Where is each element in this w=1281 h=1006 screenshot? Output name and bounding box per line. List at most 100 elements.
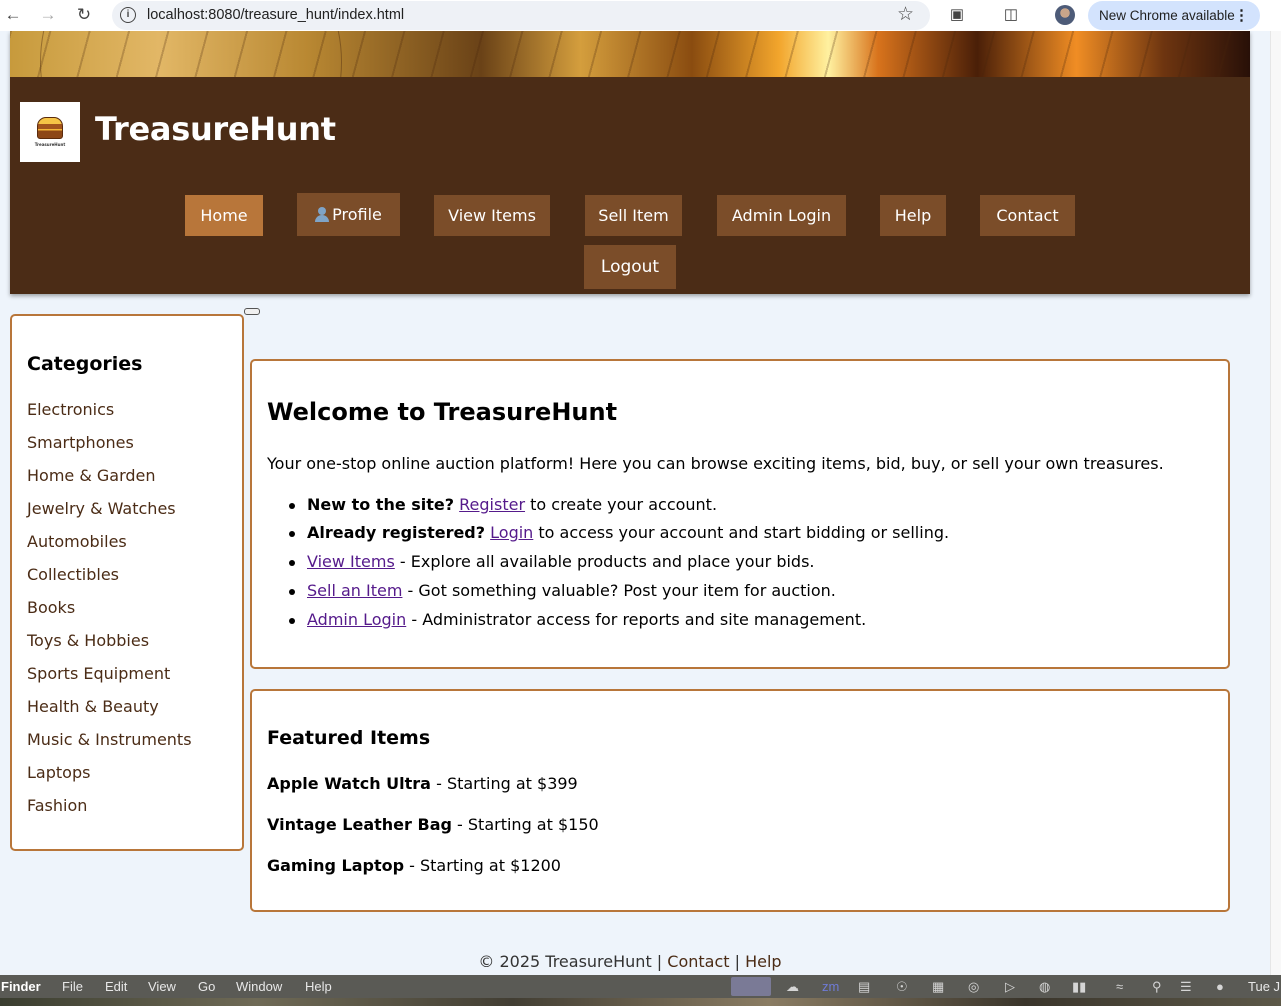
category-link[interactable]: Toys & Hobbies bbox=[27, 631, 149, 650]
nav-logout-label: Logout bbox=[600, 257, 660, 277]
nav-view-items[interactable]: View Items bbox=[434, 195, 550, 236]
bullet-text: to access your account and start bidding… bbox=[538, 523, 950, 542]
control-center-icon[interactable]: ☰ bbox=[1180, 979, 1192, 995]
list-item: View Items - Explore all available produ… bbox=[289, 552, 815, 571]
logo-text: TreasureHunt bbox=[34, 142, 66, 147]
login-link[interactable]: Login bbox=[490, 523, 533, 542]
page-viewport: TreasureHunt TreasureHunt Home Profile V… bbox=[0, 31, 1270, 975]
list-item: New to the site? Register to create your… bbox=[288, 495, 717, 514]
welcome-heading: Welcome to TreasureHunt bbox=[267, 398, 618, 426]
sell-item-link[interactable]: Sell an Item bbox=[307, 581, 402, 600]
screen-mirroring-icon[interactable] bbox=[731, 977, 771, 996]
featured-item: Gaming Laptop - Starting at $1200 bbox=[267, 856, 561, 875]
back-arrow-icon[interactable]: ← bbox=[1, 3, 25, 27]
nav-home[interactable]: Home bbox=[185, 195, 263, 236]
nav-help[interactable]: Help bbox=[880, 195, 946, 236]
nav-contact-label: Contact bbox=[996, 206, 1059, 225]
page-scrollbar[interactable] bbox=[1270, 31, 1281, 975]
chrome-update-button[interactable]: New Chrome available ⋮ bbox=[1088, 1, 1260, 30]
user-icon bbox=[315, 207, 330, 222]
site-info-icon[interactable]: i bbox=[120, 7, 136, 23]
header-banner-image bbox=[10, 31, 1250, 77]
footer-contact-link[interactable]: Contact bbox=[667, 952, 729, 971]
nav-profile[interactable]: Profile bbox=[297, 193, 400, 236]
nav-admin-login[interactable]: Admin Login bbox=[717, 195, 846, 236]
profile-avatar-icon[interactable] bbox=[1055, 5, 1075, 25]
category-link[interactable]: Smartphones bbox=[27, 433, 134, 452]
category-link[interactable]: Health & Beauty bbox=[27, 697, 159, 716]
featured-heading: Featured Items bbox=[267, 727, 431, 749]
tab-search-icon[interactable]: ◫ bbox=[1001, 5, 1021, 25]
nav-contact[interactable]: Contact bbox=[980, 195, 1075, 236]
featured-item-price: - Starting at $1200 bbox=[409, 856, 561, 875]
category-link[interactable]: Home & Garden bbox=[27, 466, 156, 485]
nav-sell-item[interactable]: Sell Item bbox=[585, 195, 682, 236]
more-menu-icon[interactable]: ⋮ bbox=[1234, 1, 1249, 30]
nav-logout[interactable]: Logout bbox=[584, 245, 676, 289]
site-footer: © 2025 TreasureHunt | Contact | Help bbox=[0, 952, 1260, 971]
recording-icon[interactable]: ◎ bbox=[968, 979, 979, 995]
forward-arrow-icon[interactable]: → bbox=[36, 3, 60, 27]
featured-item: Vintage Leather Bag - Starting at $150 bbox=[267, 815, 599, 834]
treasure-chest-icon bbox=[37, 117, 63, 139]
welcome-intro: Your one-stop online auction platform! H… bbox=[267, 454, 1164, 473]
featured-item-name: Gaming Laptop bbox=[267, 856, 405, 875]
chrome-update-label: New Chrome available bbox=[1099, 8, 1235, 23]
list-item: Admin Login - Administrator access for r… bbox=[288, 610, 866, 629]
menu-go[interactable]: Go bbox=[198, 979, 215, 994]
menu-clock: Tue J bbox=[1248, 979, 1281, 994]
category-link[interactable]: Jewelry & Watches bbox=[27, 499, 176, 518]
menu-finder[interactable]: Finder bbox=[1, 979, 41, 994]
category-link[interactable]: Sports Equipment bbox=[27, 664, 170, 683]
list-item: Sell an Item - Got something valuable? P… bbox=[289, 581, 836, 600]
wifi-icon[interactable]: ≈ bbox=[1116, 979, 1123, 994]
category-link[interactable]: Music & Instruments bbox=[27, 730, 192, 749]
category-link[interactable]: Laptops bbox=[27, 763, 90, 782]
welcome-panel: Welcome to TreasureHunt Your one-stop on… bbox=[250, 359, 1230, 669]
view-items-link[interactable]: View Items bbox=[307, 552, 395, 571]
site-header: TreasureHunt TreasureHunt Home Profile V… bbox=[10, 31, 1250, 294]
nav-home-label: Home bbox=[200, 206, 248, 225]
battery-icon[interactable]: ▮▮ bbox=[1072, 979, 1086, 995]
menu-window[interactable]: Window bbox=[236, 979, 282, 994]
siri-icon[interactable]: ● bbox=[1216, 979, 1224, 994]
address-url[interactable]: localhost:8080/treasure_hunt/index.html bbox=[147, 7, 404, 23]
address-bar[interactable]: i localhost:8080/treasure_hunt/index.htm… bbox=[112, 1, 930, 30]
nav-help-label: Help bbox=[894, 206, 932, 225]
sync-icon[interactable]: ☉ bbox=[896, 979, 908, 995]
teams-icon[interactable]: ▦ bbox=[932, 979, 944, 995]
nav-view-items-label: View Items bbox=[448, 206, 536, 225]
menu-view[interactable]: View bbox=[148, 979, 176, 994]
footer-separator: | bbox=[734, 952, 741, 971]
reload-icon[interactable]: ↻ bbox=[72, 3, 96, 27]
macos-menu-bar: Finder File Edit View Go Window Help ☁ z… bbox=[0, 975, 1281, 998]
category-link[interactable]: Books bbox=[27, 598, 75, 617]
featured-item-price: - Starting at $399 bbox=[436, 774, 578, 793]
browser-toolbar: ← → ↻ i localhost:8080/treasure_hunt/ind… bbox=[0, 0, 1281, 31]
sidebar-toggle-button[interactable] bbox=[244, 308, 260, 315]
cloud-icon[interactable]: ☁ bbox=[786, 979, 799, 995]
featured-item: Apple Watch Ultra - Starting at $399 bbox=[267, 774, 578, 793]
menu-help[interactable]: Help bbox=[305, 979, 332, 994]
categories-sidebar: Categories Electronics Smartphones Home … bbox=[10, 314, 244, 851]
menu-file[interactable]: File bbox=[62, 979, 83, 994]
category-link[interactable]: Electronics bbox=[27, 400, 114, 419]
zoom-icon[interactable]: zm bbox=[822, 979, 839, 994]
footer-help-link[interactable]: Help bbox=[745, 952, 781, 971]
bookmark-star-icon[interactable]: ☆ bbox=[897, 3, 914, 26]
menu-edit[interactable]: Edit bbox=[105, 979, 127, 994]
play-icon[interactable]: ▷ bbox=[1005, 979, 1015, 995]
site-title: TreasureHunt bbox=[95, 110, 336, 148]
category-link[interactable]: Collectibles bbox=[27, 565, 119, 584]
register-link[interactable]: Register bbox=[459, 495, 525, 514]
footer-copyright: © 2025 TreasureHunt | bbox=[478, 952, 663, 971]
category-link[interactable]: Automobiles bbox=[27, 532, 127, 551]
admin-login-link[interactable]: Admin Login bbox=[307, 610, 406, 629]
airdrop-icon[interactable]: ◍ bbox=[1039, 979, 1050, 995]
extensions-icon[interactable]: ▣ bbox=[947, 5, 967, 25]
app-icon[interactable]: ▤ bbox=[858, 979, 870, 995]
spotlight-search-icon[interactable]: ⚲ bbox=[1152, 979, 1162, 995]
site-logo[interactable]: TreasureHunt bbox=[20, 102, 80, 162]
featured-item-name: Apple Watch Ultra bbox=[267, 774, 431, 793]
category-link[interactable]: Fashion bbox=[27, 796, 87, 815]
